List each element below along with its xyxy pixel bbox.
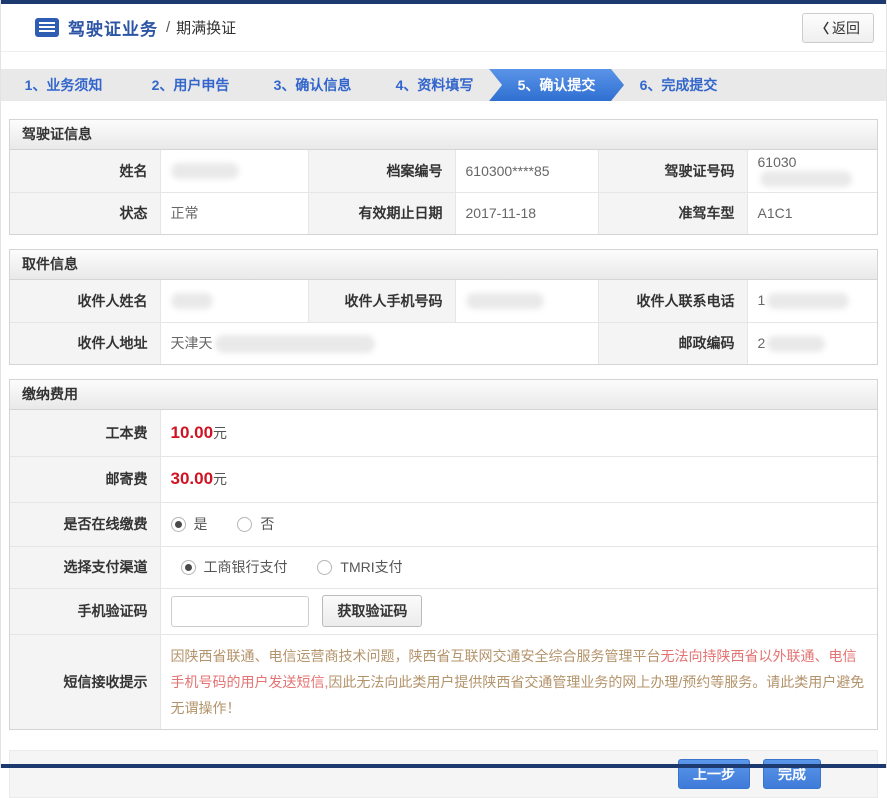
postcode-label: 邮政编码 <box>597 321 748 364</box>
postage-fee-value: 30.00元 <box>159 455 877 503</box>
postage-fee-unit: 元 <box>213 471 228 487</box>
tab-step-6-complete[interactable]: 6、完成提交 <box>611 69 746 101</box>
tab-step-3-confirm-info[interactable]: 3、确认信息 <box>245 69 380 101</box>
back-button-label: 返回 <box>832 19 860 36</box>
fees-table: 工本费 10.00元 邮寄费 30.00元 是否在线缴费 是 否 选择支付渠道 <box>10 410 877 729</box>
tab-step-4-fill-data[interactable]: 4、资料填写 <box>367 69 502 101</box>
name-label: 姓名 <box>10 150 161 193</box>
license-info-table: 姓名 档案编号 610300****85 驾驶证号码 61030 状态 正常 有… <box>10 150 877 234</box>
pickup-info-section: 取件信息 收件人姓名 收件人手机号码 收件人联系电话 1 收件人地址 天津天 邮… <box>9 249 878 365</box>
status-label: 状态 <box>10 191 161 234</box>
previous-step-button[interactable]: 上一步 <box>678 758 750 789</box>
redacted-recipient-name <box>170 293 213 310</box>
step-tabs: 1、业务须知 2、用户申告 3、确认信息 4、资料填写 5、确认提交 6、完成提… <box>1 69 886 101</box>
breadcrumb-current: 期满换证 <box>176 20 237 37</box>
page-title: 驾驶证业务 <box>68 20 158 39</box>
finish-button[interactable]: 完成 <box>763 758 821 789</box>
redacted-address <box>214 335 375 354</box>
recipient-tel-label: 收件人联系电话 <box>597 280 748 323</box>
sms-code-label: 手机验证码 <box>10 587 161 635</box>
address-label: 收件人地址 <box>10 321 161 364</box>
table-row: 状态 正常 有效期止日期 2017-11-18 准驾车型 A1C1 <box>10 191 877 234</box>
tab-step-2-declaration[interactable]: 2、用户申告 <box>123 69 258 101</box>
radio-channel-icbc-label[interactable]: 工商银行支付 <box>204 559 288 575</box>
tab-step-1-notice[interactable]: 1、业务须知 <box>1 69 136 101</box>
radio-online-no-label[interactable]: 否 <box>260 516 274 532</box>
name-value <box>159 150 309 193</box>
redacted-license-no <box>759 171 852 188</box>
vehicle-class-value: A1C1 <box>746 191 877 234</box>
redacted-postcode <box>767 335 826 352</box>
postcode-value: 2 <box>746 321 877 364</box>
radio-channel-icbc[interactable] <box>180 560 196 575</box>
radio-online-yes[interactable] <box>170 517 186 532</box>
sms-code-field: 获取验证码 <box>159 587 877 635</box>
postage-fee-amount: 30.00 <box>170 469 214 488</box>
online-pay-label: 是否在线缴费 <box>10 501 161 547</box>
work-fee-unit: 元 <box>213 424 228 441</box>
table-row: 是否在线缴费 是 否 <box>10 501 877 547</box>
chevron-left-icon: 〈 <box>815 21 829 36</box>
radio-channel-tmri[interactable] <box>317 560 333 575</box>
table-row: 手机验证码 获取验证码 <box>10 587 877 635</box>
sms-notice-label: 短信接收提示 <box>10 633 161 729</box>
table-row: 短信接收提示 因陕西省联通、电信运营商技术问题，陕西省互联网交通安全综合服务管理… <box>10 633 877 729</box>
status-value: 正常 <box>159 191 309 234</box>
table-row: 选择支付渠道 工商银行支付 TMRI支付 <box>10 545 877 589</box>
pickup-info-table: 收件人姓名 收件人手机号码 收件人联系电话 1 收件人地址 天津天 邮政编码 2 <box>10 280 877 364</box>
tab-step-5-confirm-submit[interactable]: 5、确认提交 <box>489 69 624 101</box>
redacted-recipient-tel <box>767 293 850 310</box>
license-info-section: 驾驶证信息 姓名 档案编号 610300****85 驾驶证号码 61030 状… <box>9 119 878 235</box>
get-code-button[interactable]: 获取验证码 <box>322 595 423 627</box>
license-section-title: 驾驶证信息 <box>10 120 877 150</box>
work-fee-amount: 10.00 <box>170 422 214 442</box>
license-no-label: 驾驶证号码 <box>597 150 748 193</box>
expiry-label: 有效期止日期 <box>307 191 456 234</box>
table-row: 工本费 10.00元 <box>10 410 877 457</box>
page-header: 驾驶证业务 / 期满换证 〈 返回 <box>1 4 886 52</box>
radio-channel-tmri-label[interactable]: TMRI支付 <box>340 559 402 575</box>
radio-online-yes-label[interactable]: 是 <box>194 516 208 532</box>
fees-section: 缴纳费用 工本费 10.00元 邮寄费 30.00元 是否在线缴费 是 否 选择… <box>9 379 878 730</box>
pickup-section-title: 取件信息 <box>10 250 877 280</box>
fees-section-title: 缴纳费用 <box>10 380 877 410</box>
postage-fee-label: 邮寄费 <box>10 455 161 503</box>
sms-code-input[interactable] <box>170 595 309 627</box>
main-content: 驾驶证信息 姓名 档案编号 610300****85 驾驶证号码 61030 状… <box>1 101 886 730</box>
bottom-navy-line <box>1 764 886 768</box>
file-no-value: 610300****85 <box>454 150 599 193</box>
work-fee-value: 10.00元 <box>159 410 877 457</box>
redacted-name <box>170 163 239 180</box>
address-value: 天津天 <box>159 321 599 364</box>
pay-channel-options: 工商银行支付 TMRI支付 <box>159 545 877 589</box>
notice-segment-1: 因陕西省联通、电信运营商技术问题，陕西省互联网交通安全综合服务管理平台 <box>170 647 661 664</box>
form-list-icon <box>35 18 59 37</box>
vehicle-class-label: 准驾车型 <box>597 191 748 234</box>
recipient-mobile-value <box>454 280 599 323</box>
sms-notice-text: 因陕西省联通、电信运营商技术问题，陕西省互联网交通安全综合服务管理平台无法向持陕… <box>159 633 877 729</box>
redacted-recipient-mobile <box>465 293 544 310</box>
work-fee-label: 工本费 <box>10 410 161 457</box>
recipient-name-value <box>159 280 309 323</box>
footer-action-bar: 上一步 完成 <box>9 749 878 798</box>
table-row: 邮寄费 30.00元 <box>10 455 877 503</box>
file-no-label: 档案编号 <box>307 150 456 193</box>
recipient-mobile-label: 收件人手机号码 <box>307 280 456 323</box>
table-row: 姓名 档案编号 610300****85 驾驶证号码 61030 <box>10 150 877 193</box>
recipient-name-label: 收件人姓名 <box>10 280 161 323</box>
radio-online-no[interactable] <box>237 517 253 532</box>
table-row: 收件人地址 天津天 邮政编码 2 <box>10 321 877 364</box>
recipient-tel-value: 1 <box>746 280 877 323</box>
table-row: 收件人姓名 收件人手机号码 收件人联系电话 1 <box>10 280 877 323</box>
expiry-value: 2017-11-18 <box>454 191 599 234</box>
online-pay-options: 是 否 <box>159 501 877 547</box>
pay-channel-label: 选择支付渠道 <box>10 545 161 589</box>
license-no-value: 61030 <box>746 150 877 193</box>
breadcrumb-divider: / <box>166 19 171 36</box>
back-button[interactable]: 〈 返回 <box>801 12 874 43</box>
